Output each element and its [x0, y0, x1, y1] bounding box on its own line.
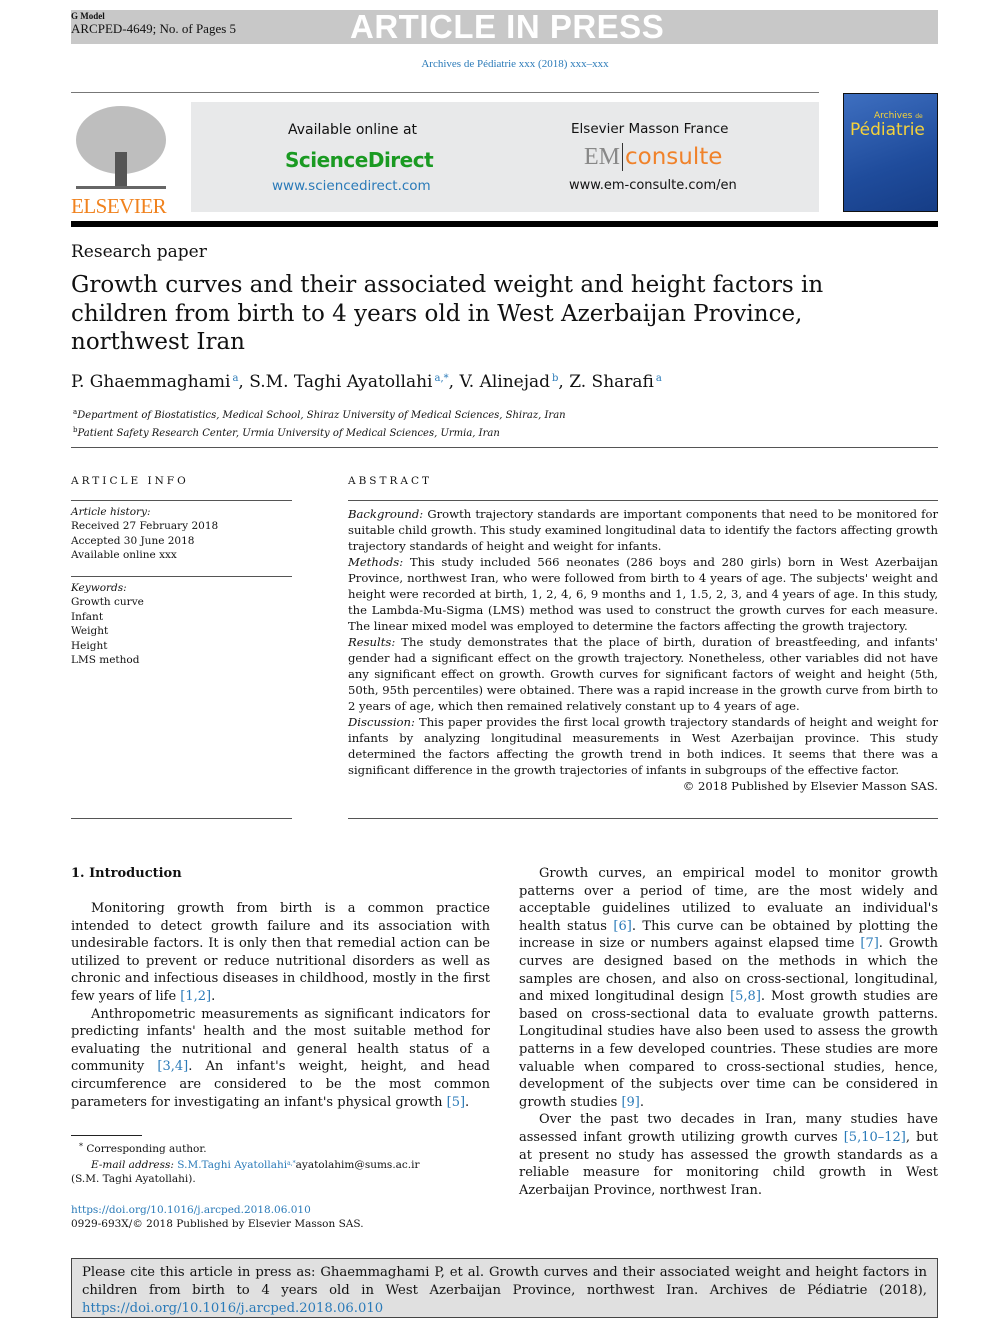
keyword: LMS method — [71, 654, 140, 667]
abstract-methods: Methods: This study included 566 neonate… — [348, 555, 938, 633]
divider — [71, 576, 292, 577]
abstract-discussion: Discussion: This paper provides the firs… — [348, 715, 938, 777]
footnote-rule — [71, 1135, 142, 1136]
banner-text: ARTICLE IN PRESS — [350, 8, 665, 45]
reference-link[interactable]: [1,2] — [180, 989, 211, 1004]
reference-link[interactable]: [9] — [621, 1095, 639, 1110]
thick-divider — [71, 221, 938, 227]
elsevier-logo: ELSEVIER — [71, 102, 171, 218]
availability-box: Available online at ScienceDirect www.sc… — [191, 102, 819, 212]
masson-label: Elsevier Masson France — [571, 121, 729, 137]
abstract-background: Background: Growth trajectory standards … — [348, 507, 938, 553]
history-item: Received 27 February 2018 — [71, 520, 219, 533]
author-sup[interactable]: a — [656, 373, 662, 384]
elsevier-wordmark: ELSEVIER — [71, 194, 167, 218]
reference-link[interactable]: [5,8] — [730, 989, 761, 1004]
issn-line: 0929-693X/© 2018 Published by Elsevier M… — [71, 1218, 364, 1230]
reference-link[interactable]: [5,10–12] — [844, 1130, 906, 1145]
abstract-heading: ABSTRACT — [348, 475, 433, 487]
email-address: ayatolahim@sums.ac.ir — [295, 1158, 420, 1171]
divider — [348, 500, 938, 501]
intro-left-column: Monitoring growth from birth is a common… — [71, 900, 490, 1111]
footnotes: * Corresponding author. E-mail address: … — [71, 1142, 420, 1230]
citation-box: Please cite this article in press as: Gh… — [71, 1258, 938, 1318]
journal-cover[interactable]: Archives de Pédiatrie — [843, 93, 938, 212]
author[interactable]: P. Ghaemmaghami — [71, 372, 230, 392]
history-item: Accepted 30 June 2018 — [71, 534, 195, 547]
intro-right-column: Growth curves, an empirical model to mon… — [519, 865, 938, 1199]
reference-link[interactable]: [5] — [447, 1095, 465, 1110]
logo-divider — [622, 143, 623, 171]
paragraph: Anthropometric measurements as significa… — [71, 1006, 490, 1110]
keyword: Infant — [71, 610, 104, 623]
abstract-body: Background: Growth trajectory standards … — [348, 506, 938, 794]
article-title: Growth curves and their associated weigh… — [71, 272, 824, 355]
author[interactable]: V. Alinejad — [459, 372, 550, 392]
author[interactable]: Z. Sharafi — [569, 372, 654, 392]
g-model-label: G Model — [71, 11, 105, 21]
doi-link[interactable]: https://doi.org/10.1016/j.arcped.2018.06… — [71, 1204, 311, 1216]
sciencedirect-logo[interactable]: ScienceDirect — [285, 148, 434, 172]
paragraph: Monitoring growth from birth is a common… — [71, 901, 490, 1004]
corresponding-author: Corresponding author. — [86, 1143, 207, 1155]
email-author-link[interactable]: S.M.Taghi Ayatollahi — [177, 1159, 287, 1171]
consulte-text: consulte — [625, 144, 723, 170]
divider — [71, 500, 292, 501]
section-heading: 1. Introduction — [71, 866, 182, 881]
article-type: Research paper — [71, 242, 207, 262]
em-consulte-url[interactable]: www.em-consulte.com/en — [569, 178, 737, 193]
history-item: Available online xxx — [71, 549, 177, 562]
keywords: Keywords: Growth curve Infant Weight Hei… — [71, 581, 144, 667]
keyword: Growth curve — [71, 596, 144, 609]
reference-link[interactable]: [6] — [613, 919, 631, 934]
reference-link[interactable]: [7] — [860, 936, 878, 951]
author-sup[interactable]: a,* — [435, 373, 449, 384]
author[interactable]: S.M. Taghi Ayatollahi — [249, 372, 432, 392]
article-info-heading: ARTICLE INFO — [71, 475, 189, 487]
keyword: Height — [71, 639, 108, 652]
abstract-copyright: © 2018 Published by Elsevier Masson SAS. — [682, 779, 938, 793]
history-label: Article history: — [71, 506, 151, 518]
em-consulte-logo[interactable]: EM consulte — [584, 143, 722, 171]
cover-title-pediatrie: Pédiatrie — [850, 120, 925, 140]
em-text: EM — [584, 143, 620, 170]
divider — [71, 92, 819, 93]
divider — [71, 447, 938, 448]
author-sup[interactable]: b — [552, 373, 558, 384]
author-list: P. Ghaemmaghami a, S.M. Taghi Ayatollahi a… — [71, 372, 662, 392]
article-code: ARCPED-4649; No. of Pages 5 — [71, 21, 237, 36]
paragraph: Over the past two decades in Iran, many … — [519, 1112, 938, 1198]
paragraph: Growth curves, an empirical model to mon… — [519, 866, 938, 1110]
abstract-results: Results: The study demonstrates that the… — [348, 635, 938, 713]
author-sup[interactable]: a — [232, 373, 238, 384]
divider — [71, 818, 292, 819]
affiliation: aDepartment of Biostatistics, Medical Sc… — [73, 408, 566, 421]
divider — [348, 818, 938, 819]
affiliations: aDepartment of Biostatistics, Medical Sc… — [71, 405, 566, 441]
affiliation: bPatient Safety Research Center, Urmia U… — [73, 426, 500, 439]
reference-link[interactable]: [3,4] — [157, 1059, 188, 1074]
journal-citation-line[interactable]: Archives de Pédiatrie xxx (2018) xxx–xxx — [0, 58, 992, 70]
available-online-label: Available online at — [288, 122, 418, 138]
sciencedirect-url[interactable]: www.sciencedirect.com — [272, 178, 431, 194]
keyword: Weight — [71, 625, 109, 638]
tree-icon — [76, 106, 166, 189]
article-history: Article history: Received 27 February 20… — [71, 505, 218, 563]
keywords-label: Keywords: — [71, 582, 127, 594]
citation-doi-link[interactable]: https://doi.org/10.1016/j.arcped.2018.06… — [82, 1301, 383, 1316]
